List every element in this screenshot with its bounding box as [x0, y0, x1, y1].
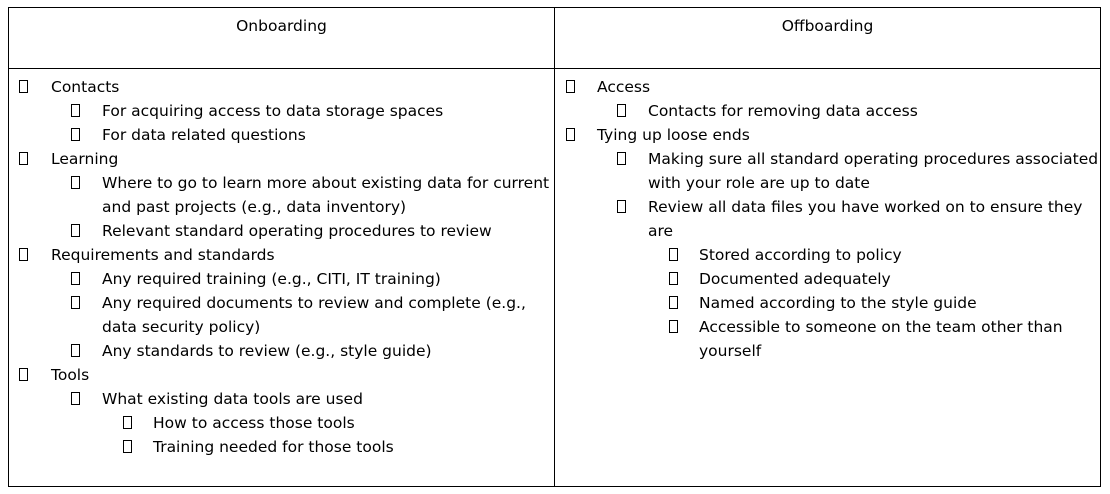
- checklist-item: Where to go to learn more about existing…: [9, 171, 554, 219]
- checklist-item-label: Any standards to review (e.g., style gui…: [102, 342, 432, 360]
- checkbox-icon[interactable]: [123, 416, 132, 429]
- checklist-item-label: Access: [597, 78, 651, 96]
- checklist-item-label: Requirements and standards: [51, 246, 275, 264]
- checklist-item-label: Review all data files you have worked on…: [648, 198, 1083, 240]
- checklist-item-label: Contacts: [51, 78, 120, 96]
- checklist-item: Stored according to policy: [555, 243, 1100, 267]
- checkbox-icon[interactable]: [71, 296, 80, 309]
- offboarding-list: Access Contacts for removing data access T…: [555, 75, 1100, 363]
- header-divider: [9, 68, 1100, 69]
- checklist-item-label: For data related questions: [102, 126, 306, 144]
- checklist-item-label: Where to go to learn more about existing…: [102, 174, 550, 216]
- checklist-item: Contacts: [9, 75, 554, 99]
- checkbox-icon[interactable]: [19, 80, 28, 93]
- checkbox-icon[interactable]: [71, 128, 80, 141]
- checkbox-icon[interactable]: [669, 296, 678, 309]
- checkbox-icon[interactable]: [19, 152, 28, 165]
- checkbox-icon[interactable]: [669, 272, 678, 285]
- checklist-item-label: Stored according to policy: [699, 246, 902, 264]
- checklist-item-label: Relevant standard operating procedures t…: [102, 222, 492, 240]
- checklist-item: Relevant standard operating procedures t…: [9, 219, 554, 243]
- checklist-item-label: Any required documents to review and com…: [102, 294, 526, 336]
- checkbox-icon[interactable]: [19, 368, 28, 381]
- checklist-item-label: Making sure all standard operating proce…: [648, 150, 1099, 192]
- checklist-item-label: Any required training (e.g., CITI, IT tr…: [102, 270, 441, 288]
- checklist-item: How to access those tools: [9, 411, 554, 435]
- checkbox-icon[interactable]: [71, 272, 80, 285]
- checkbox-icon[interactable]: [71, 224, 80, 237]
- checkbox-icon[interactable]: [71, 344, 80, 357]
- checkbox-icon[interactable]: [566, 80, 575, 93]
- checklist-item: Any standards to review (e.g., style gui…: [9, 339, 554, 363]
- checklist-item-label: Documented adequately: [699, 270, 891, 288]
- checklist-item: Review all data files you have worked on…: [555, 195, 1100, 243]
- checkbox-icon[interactable]: [71, 176, 80, 189]
- checklist-item-label: Training needed for those tools: [153, 438, 394, 456]
- checklist-table: Onboarding Offboarding Contacts For acqui…: [8, 7, 1101, 487]
- checklist-item: For acquiring access to data storage spa…: [9, 99, 554, 123]
- checklist-item: Any required training (e.g., CITI, IT tr…: [9, 267, 554, 291]
- checklist-item: Requirements and standards: [9, 243, 554, 267]
- onboarding-header: Onboarding: [236, 17, 327, 35]
- checklist-item: Learning: [9, 147, 554, 171]
- checkbox-icon[interactable]: [617, 200, 626, 213]
- checkbox-icon[interactable]: [669, 248, 678, 261]
- checklist-item-label: Accessible to someone on the team other …: [699, 318, 1063, 360]
- checklist-item: Any required documents to review and com…: [9, 291, 554, 339]
- checklist-item: What existing data tools are used: [9, 387, 554, 411]
- checklist-item-label: How to access those tools: [153, 414, 355, 432]
- checkbox-icon[interactable]: [617, 104, 626, 117]
- checkbox-icon[interactable]: [566, 128, 575, 141]
- checklist-item: Training needed for those tools: [9, 435, 554, 459]
- checklist-item: Making sure all standard operating proce…: [555, 147, 1100, 195]
- checkbox-icon[interactable]: [71, 104, 80, 117]
- checklist-item-label: What existing data tools are used: [102, 390, 363, 408]
- checklist-item: Access: [555, 75, 1100, 99]
- checklist-item-label: Tools: [51, 366, 90, 384]
- checklist-item-label: Tying up loose ends: [597, 126, 750, 144]
- checklist-item: Accessible to someone on the team other …: [555, 315, 1100, 363]
- onboarding-list: Contacts For acquiring access to data sto…: [9, 75, 554, 459]
- checkbox-icon[interactable]: [123, 440, 132, 453]
- checkbox-icon[interactable]: [669, 320, 678, 333]
- checklist-item: Named according to the style guide: [555, 291, 1100, 315]
- checkbox-icon[interactable]: [19, 248, 28, 261]
- checkbox-icon[interactable]: [617, 152, 626, 165]
- checklist-item-label: Learning: [51, 150, 119, 168]
- checklist-item: Documented adequately: [555, 267, 1100, 291]
- checklist-item: Tying up loose ends: [555, 123, 1100, 147]
- checkbox-icon[interactable]: [71, 392, 80, 405]
- offboarding-header: Offboarding: [781, 17, 874, 35]
- checklist-item: Tools: [9, 363, 554, 387]
- checklist-item-label: Named according to the style guide: [699, 294, 977, 312]
- checklist-item-label: Contacts for removing data access: [648, 102, 918, 120]
- checklist-item: For data related questions: [9, 123, 554, 147]
- checklist-item: Contacts for removing data access: [555, 99, 1100, 123]
- checklist-item-label: For acquiring access to data storage spa…: [102, 102, 444, 120]
